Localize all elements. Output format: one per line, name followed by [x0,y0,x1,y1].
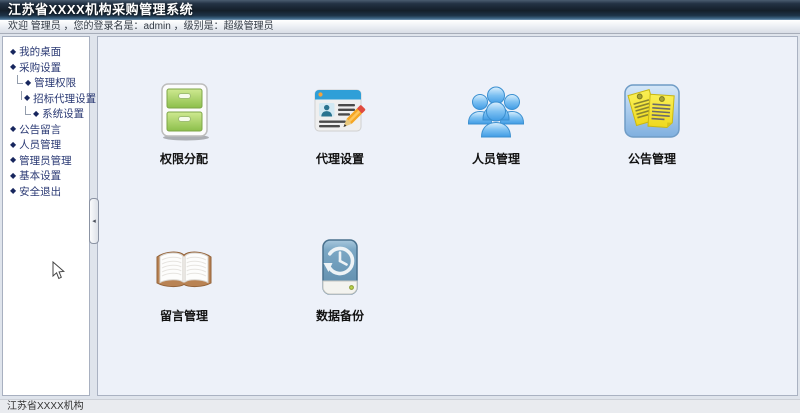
welcome-text: 欢迎 管理员 ，您的登录名是：admin ，级别是：超级管理员 [8,21,274,32]
diamond-bullet-icon: ◆ [24,94,30,102]
diamond-bullet-icon: ◆ [10,156,16,164]
sidebar-item[interactable]: ◆招标代理设置 [3,91,89,107]
diamond-bullet-icon: ◆ [10,187,16,195]
diamond-bullet-icon: ◆ [25,79,31,87]
sidebar-menu: ◆我的桌面◆采购设置◆管理权限◆招标代理设置◆系统设置◆公告留言◆人员管理◆管理… [3,37,89,199]
tree-connector-icon [17,75,23,84]
open-book-icon [152,236,216,300]
sidebar-item[interactable]: ◆安全退出 [3,184,89,200]
shortcut-label: 代理设置 [316,150,364,167]
sidebar-item[interactable]: ◆我的桌面 [3,44,89,60]
desktop-shortcut[interactable]: 数据备份 [262,236,418,393]
tree-connector-icon [21,91,22,100]
desktop-shortcut[interactable]: 人员管理 [418,79,574,236]
mouse-cursor [52,261,66,281]
sidebar-item[interactable]: ◆人员管理 [3,137,89,153]
diamond-bullet-icon: ◆ [33,110,39,118]
collapse-arrow-icon: ◂ [92,218,96,225]
sidebar-item[interactable]: ◆采购设置 [3,60,89,76]
diamond-bullet-icon: ◆ [10,141,16,149]
app-title: 江苏省XXXX机构采购管理系统 [0,0,800,19]
desktop-shortcut[interactable]: 代理设置 [262,79,418,236]
main-panel: 权限分配 代理设置 人员管理 公告管理 留言管理 数据备份 [97,36,798,396]
sidebar-item[interactable]: ◆管理权限 [3,75,89,91]
sticky-notes-icon [620,79,684,143]
status-text: 江苏省XXXX机构 [7,401,84,412]
shortcut-label: 人员管理 [472,150,520,167]
users-group-icon [464,79,528,143]
sidebar-collapse-handle[interactable]: ◂ [89,198,99,244]
shortcut-label: 公告管理 [628,150,676,167]
sidebar-item[interactable]: ◆管理员管理 [3,153,89,169]
backup-drive-icon [308,236,372,300]
shortcut-label: 留言管理 [160,307,208,324]
diamond-bullet-icon: ◆ [10,63,16,71]
diamond-bullet-icon: ◆ [10,48,16,56]
desktop-shortcut[interactable]: 留言管理 [106,236,262,393]
app-header: 江苏省XXXX机构采购管理系统 [0,0,800,20]
desktop-shortcut-grid: 权限分配 代理设置 人员管理 公告管理 留言管理 数据备份 [106,79,730,393]
desktop-shortcut[interactable]: 权限分配 [106,79,262,236]
file-cabinet-icon [152,79,216,143]
sidebar: ◆我的桌面◆采购设置◆管理权限◆招标代理设置◆系统设置◆公告留言◆人员管理◆管理… [2,36,90,396]
contact-card-pencil-icon [308,79,372,143]
diamond-bullet-icon: ◆ [10,172,16,180]
tree-connector-icon [25,106,31,115]
app-window: 江苏省XXXX机构采购管理系统 欢迎 管理员 ，您的登录名是：admin ，级别… [0,0,800,413]
diamond-bullet-icon: ◆ [10,125,16,133]
welcome-bar: 欢迎 管理员 ，您的登录名是：admin ，级别是：超级管理员 [0,20,800,34]
desktop-shortcut[interactable]: 公告管理 [574,79,730,236]
sidebar-item[interactable]: ◆系统设置 [3,106,89,122]
status-bar: 江苏省XXXX机构 [0,399,800,413]
sidebar-item[interactable]: ◆公告留言 [3,122,89,138]
shortcut-label: 数据备份 [316,307,364,324]
sidebar-item[interactable]: ◆基本设置 [3,168,89,184]
shortcut-label: 权限分配 [160,150,208,167]
